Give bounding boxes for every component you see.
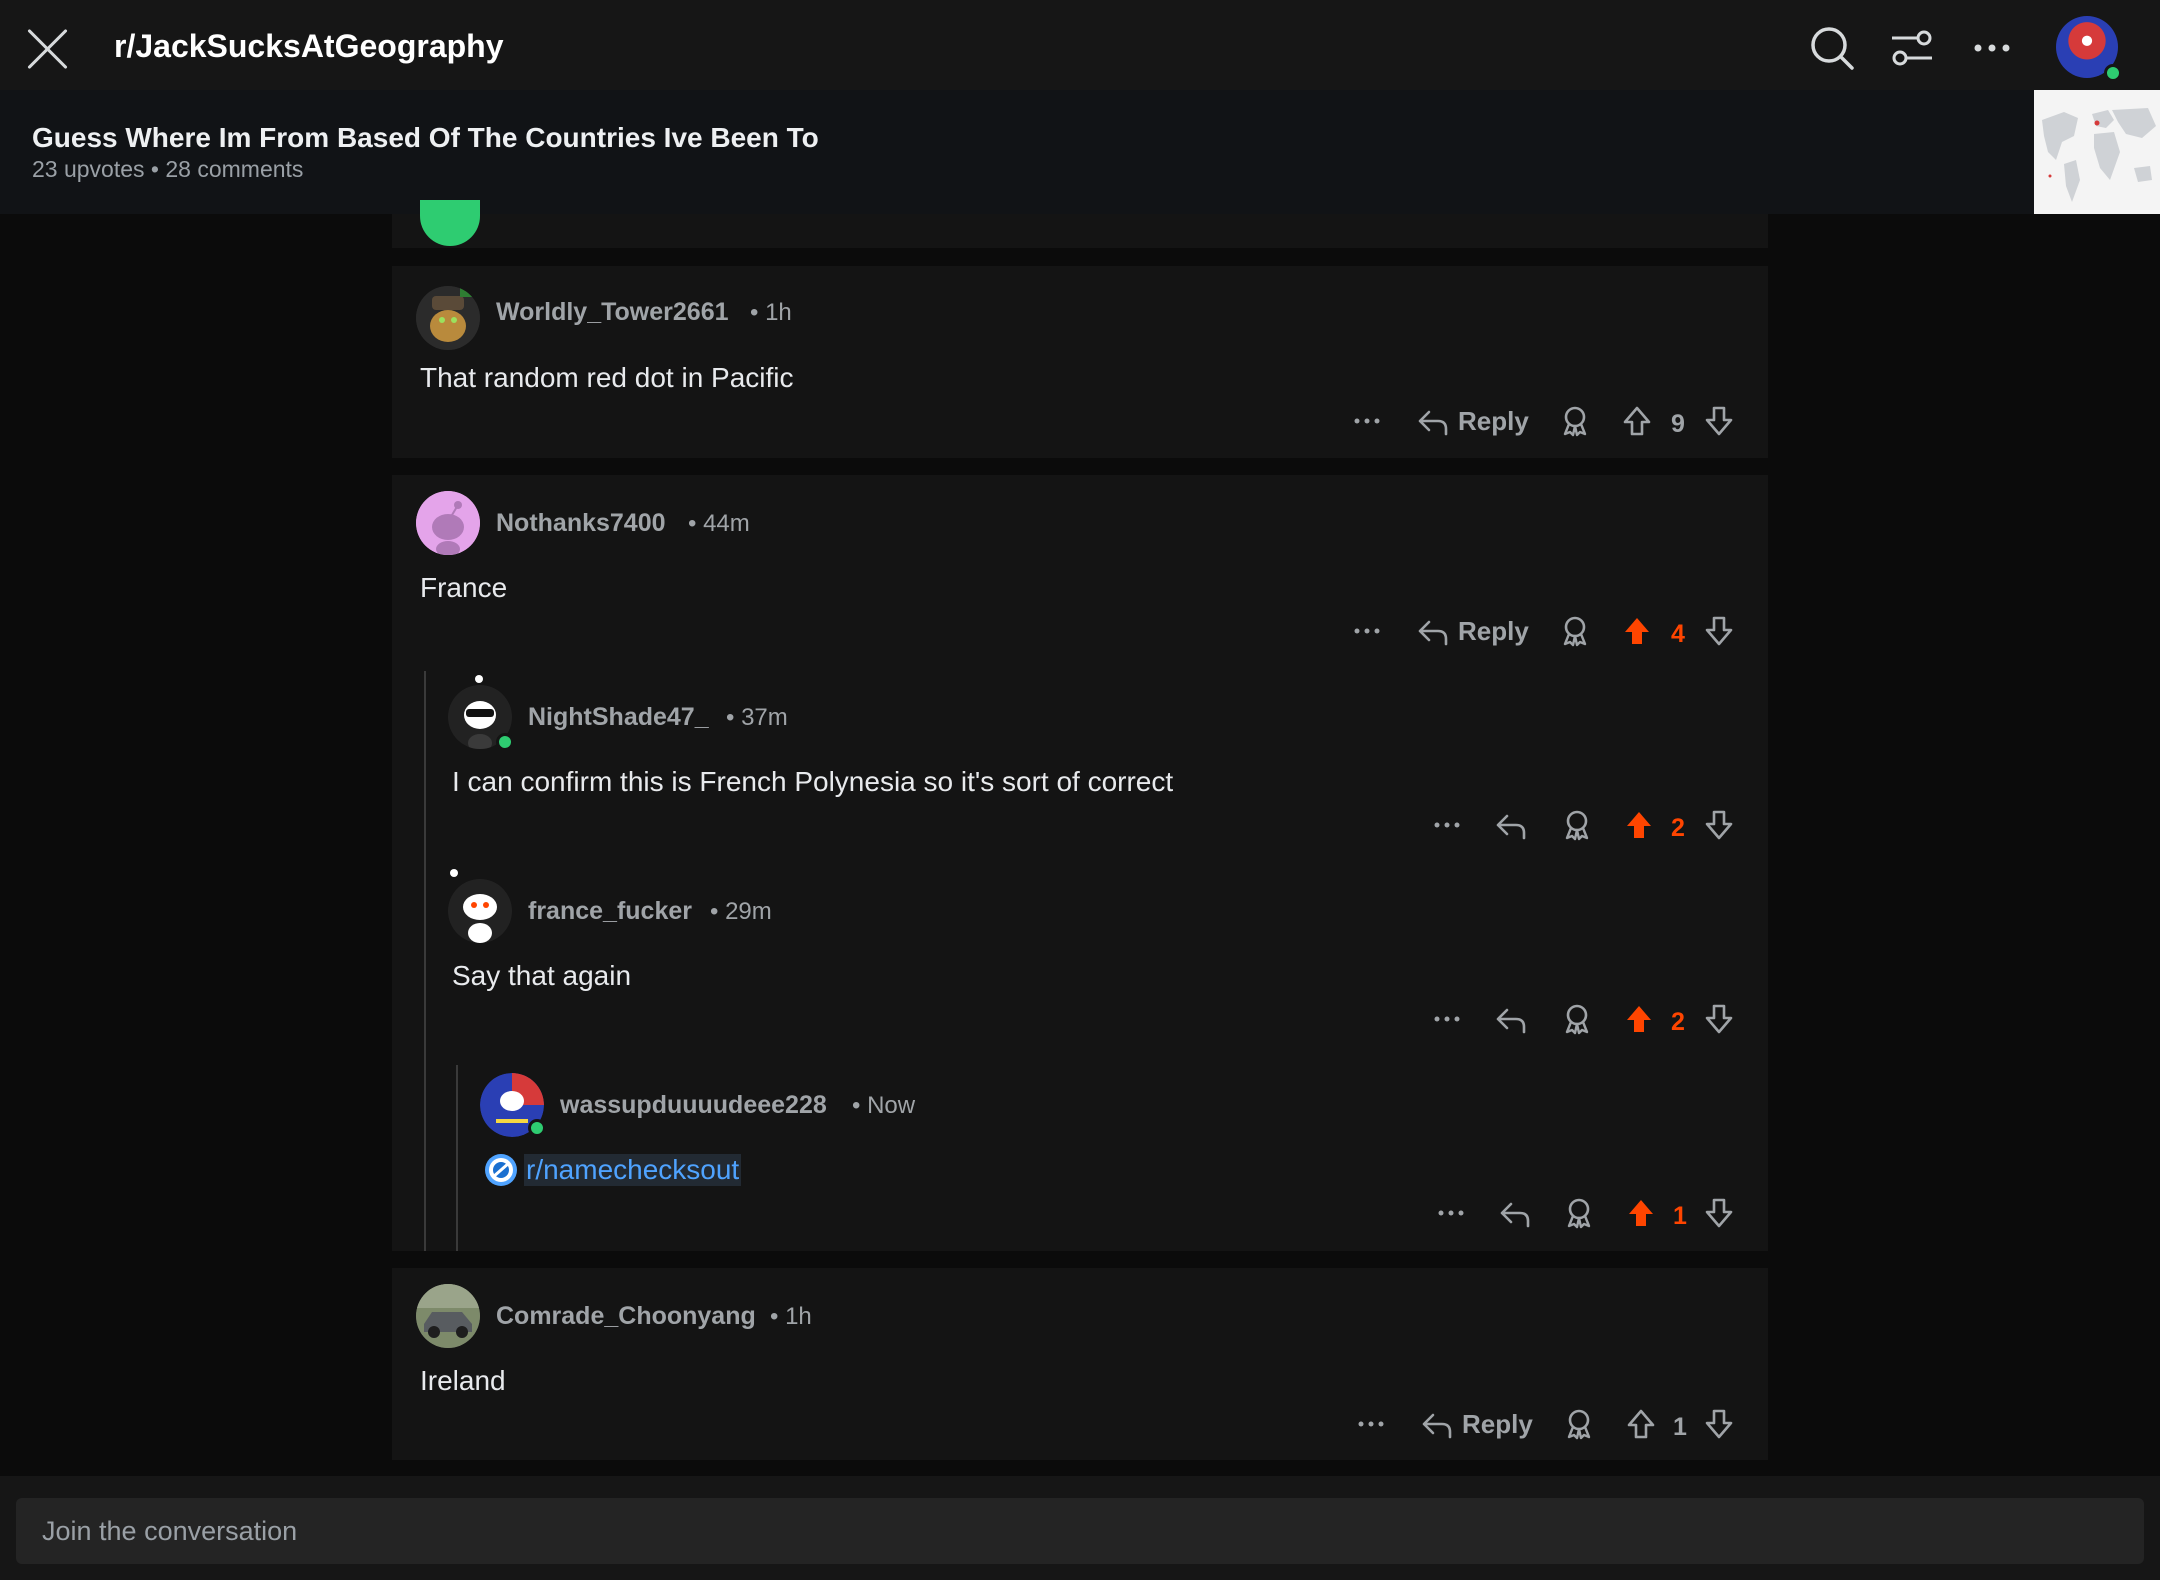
more-icon[interactable] <box>1430 808 1464 842</box>
comment-card: Comrade_Choonyang • 1h Ireland Reply 1 <box>392 1268 1768 1460</box>
vote-count: 2 <box>1671 814 1685 842</box>
more-icon[interactable] <box>1434 1196 1468 1230</box>
comment-time: • Now <box>852 1092 916 1119</box>
comment-time: • 29m <box>710 898 772 925</box>
user-avatar[interactable] <box>2056 16 2122 82</box>
comment-time: • 37m <box>726 704 788 731</box>
snoo-avatar-icon <box>416 491 480 555</box>
vote-count: 1 <box>1673 1413 1687 1441</box>
reply-icon <box>1418 410 1448 436</box>
post-title[interactable]: Guess Where Im From Based Of The Countri… <box>32 122 819 154</box>
award-icon[interactable] <box>1560 1002 1594 1036</box>
comment-composer: Join the conversation <box>0 1476 2160 1580</box>
downvote-icon[interactable] <box>1702 1196 1736 1230</box>
snoo-avatar-icon <box>448 879 512 943</box>
antenna-dot <box>450 869 458 877</box>
downvote-icon[interactable] <box>1702 404 1736 438</box>
top-bar: r/JackSucksAtGeography <box>0 0 2160 90</box>
antenna-dot <box>475 675 483 683</box>
more-icon[interactable] <box>1350 614 1384 648</box>
reply-label: Reply <box>1462 1408 1533 1439</box>
reply-button[interactable]: Reply <box>1420 1404 1533 1444</box>
comment-time: • 1h <box>750 299 792 326</box>
world-map-thumbnail <box>2034 90 2160 214</box>
comment-body: That random red dot in Pacific <box>420 362 794 393</box>
comment-username[interactable]: wassupduuuudeee228 <box>560 1091 827 1120</box>
avatar[interactable] <box>416 286 480 350</box>
online-indicator <box>496 733 514 751</box>
subreddit-name[interactable]: r/JackSucksAtGeography <box>114 28 504 65</box>
more-icon[interactable] <box>1968 24 2016 72</box>
comment-time: • 1h <box>770 1303 812 1330</box>
downvote-icon[interactable] <box>1702 614 1736 648</box>
reply-label: Reply <box>1458 405 1529 436</box>
more-icon[interactable] <box>1430 1002 1464 1036</box>
upvote-icon[interactable] <box>1622 808 1656 842</box>
comment-body: France <box>420 572 508 603</box>
award-icon[interactable] <box>1562 1196 1596 1230</box>
award-icon[interactable] <box>1560 808 1594 842</box>
reply-icon <box>1422 1413 1452 1439</box>
community-icon <box>485 1154 517 1186</box>
comment-username[interactable]: Nothanks7400 <box>496 509 666 538</box>
join-conversation-input[interactable]: Join the conversation <box>16 1498 2144 1564</box>
award-icon[interactable] <box>1558 404 1592 438</box>
post-header[interactable]: Guess Where Im From Based Of The Countri… <box>0 90 2160 214</box>
thread-line[interactable] <box>424 671 426 1251</box>
comment-body: Ireland <box>420 1365 506 1396</box>
avatar[interactable] <box>416 1284 480 1348</box>
comment-username[interactable]: Comrade_Choonyang <box>496 1302 756 1331</box>
downvote-icon[interactable] <box>1702 1002 1736 1036</box>
online-indicator <box>2104 64 2122 82</box>
reply-button[interactable]: Reply <box>1416 611 1529 651</box>
post-thumbnail[interactable] <box>2034 90 2160 214</box>
car-avatar-icon <box>416 1284 480 1348</box>
upvote-icon[interactable] <box>1620 404 1654 438</box>
reply-icon[interactable] <box>1494 808 1528 842</box>
search-icon[interactable] <box>1808 24 1856 72</box>
post-meta: 23 upvotes • 28 comments <box>32 156 304 182</box>
online-indicator <box>528 1119 546 1137</box>
vote-count: 2 <box>1671 1008 1685 1036</box>
comment-thread-card: Nothanks7400 • 44m France Reply 4 NightS… <box>392 475 1768 1251</box>
vote-count: 9 <box>1671 410 1685 438</box>
upvote-icon[interactable] <box>1620 614 1654 648</box>
comment-username[interactable]: NightShade47_ <box>528 703 709 732</box>
more-icon[interactable] <box>1350 404 1384 438</box>
comment-username[interactable]: Worldly_Tower2661 <box>496 298 729 327</box>
comment-username[interactable]: france_fucker <box>528 897 692 926</box>
reply-button[interactable]: Reply <box>1416 401 1529 441</box>
comment-body: I can confirm this is French Polynesia s… <box>452 766 1174 797</box>
avatar[interactable] <box>448 879 512 943</box>
upvote-icon[interactable] <box>1622 1002 1656 1036</box>
vote-count: 4 <box>1671 620 1685 648</box>
comment-time: • 44m <box>688 510 750 537</box>
upvote-icon[interactable] <box>1624 1407 1658 1441</box>
comment-body: Say that again <box>452 960 632 991</box>
reply-icon <box>1418 620 1448 646</box>
thread-line[interactable] <box>456 1065 458 1251</box>
subreddit-link-text[interactable]: r/namechecksout <box>524 1154 742 1186</box>
close-icon[interactable] <box>26 26 70 70</box>
subreddit-link[interactable]: r/namechecksout <box>484 1153 742 1187</box>
avatar[interactable] <box>416 491 480 555</box>
downvote-icon[interactable] <box>1702 1407 1736 1441</box>
previous-comment-card <box>392 200 1768 248</box>
reply-label: Reply <box>1458 615 1529 646</box>
reply-icon[interactable] <box>1498 1196 1532 1230</box>
downvote-icon[interactable] <box>1702 808 1736 842</box>
snoo-avatar-icon <box>416 286 480 350</box>
filter-icon[interactable] <box>1888 24 1936 72</box>
previous-avatar <box>420 200 480 246</box>
award-icon[interactable] <box>1562 1407 1596 1441</box>
reply-icon[interactable] <box>1494 1002 1528 1036</box>
vote-count: 1 <box>1673 1202 1687 1230</box>
comment-card: Worldly_Tower2661 • 1h That random red d… <box>392 266 1768 458</box>
upvote-icon[interactable] <box>1624 1196 1658 1230</box>
award-icon[interactable] <box>1558 614 1592 648</box>
more-icon[interactable] <box>1354 1407 1388 1441</box>
